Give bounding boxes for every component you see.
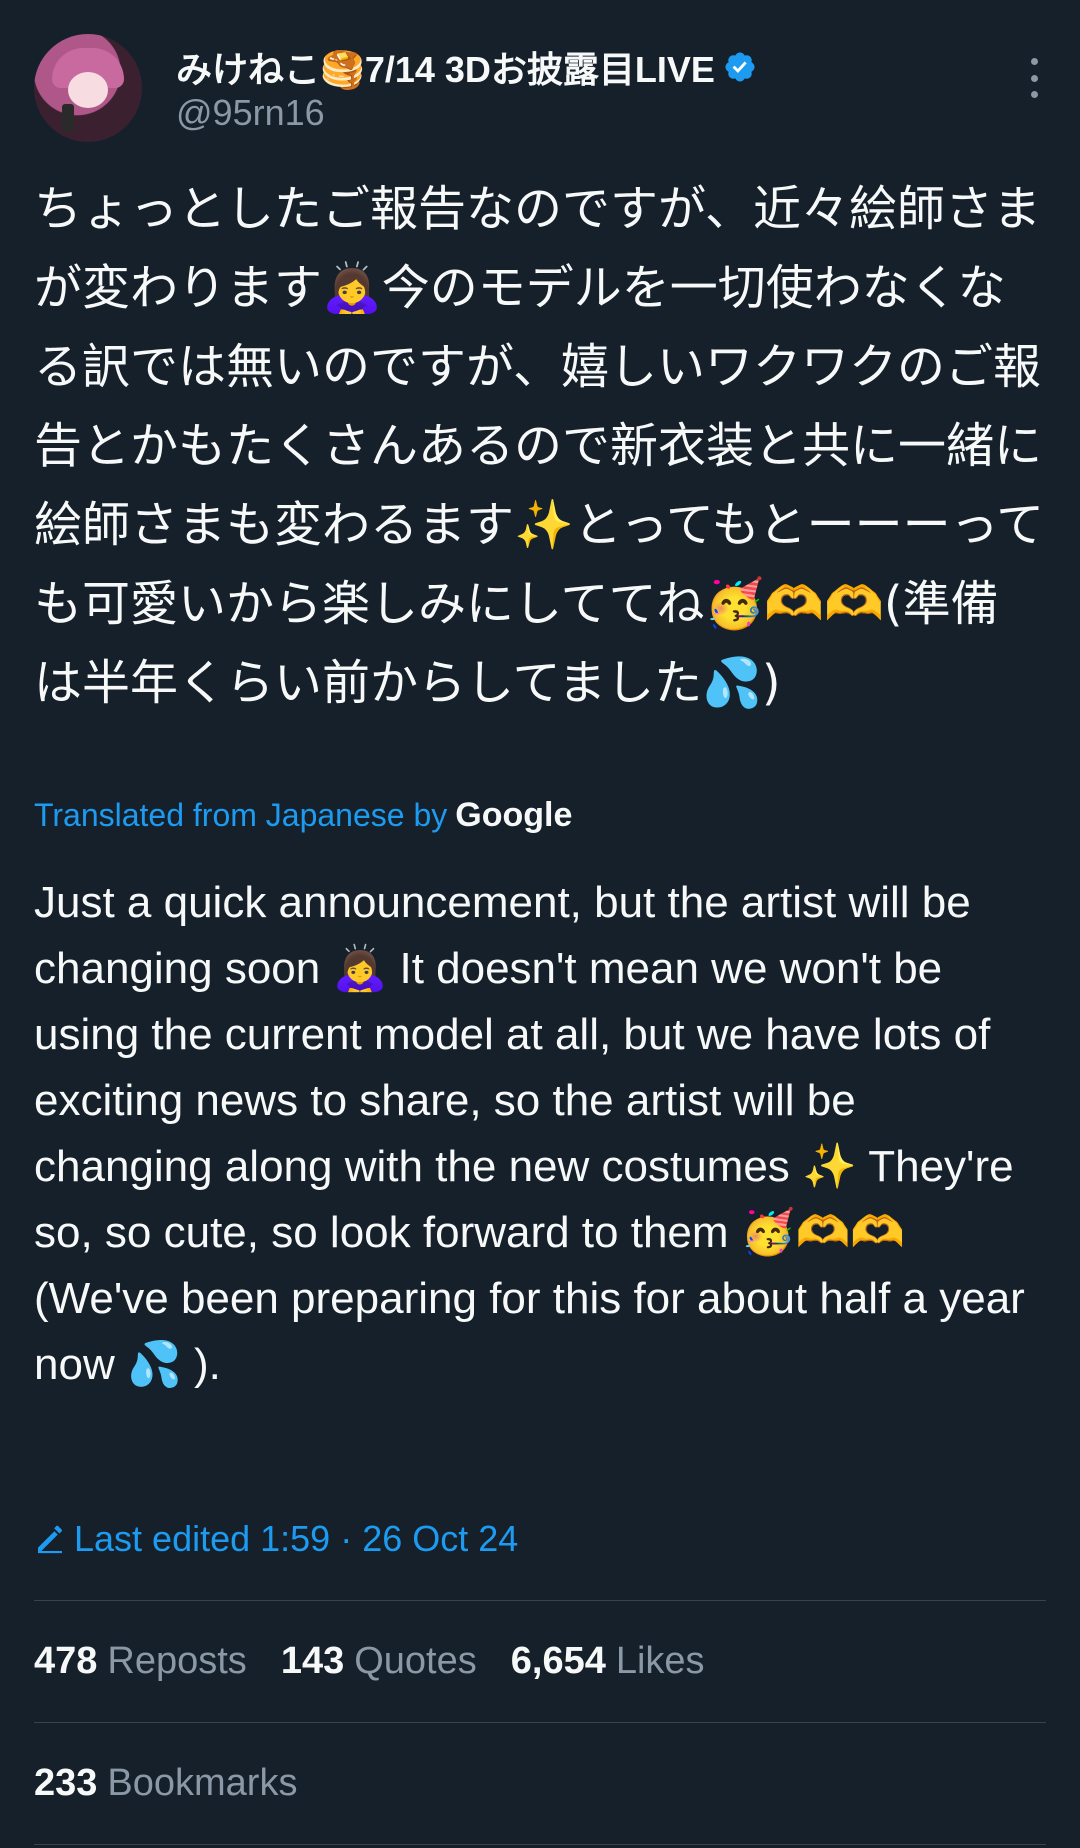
bookmarks-label: Bookmarks [107,1762,298,1804]
avatar-microphone [62,104,74,132]
quotes-label: Quotes [354,1640,477,1682]
more-dot [1030,91,1038,98]
reposts-count: 478 [34,1640,98,1682]
divider [34,1600,1046,1601]
divider [34,1844,1046,1845]
translation-provider: Google [455,796,573,834]
more-dot [1030,58,1038,65]
translation-attribution[interactable]: Translated from Japanese by Google [34,796,572,835]
reposts-stat[interactable]: 478 Reposts [34,1640,247,1683]
quotes-count: 143 [280,1640,345,1682]
tweet-text-translated: Just a quick announcement, but the artis… [34,878,1025,1389]
last-edited-link[interactable]: Last edited 1:59 · 26 Oct 24 [34,1518,518,1560]
profile-avatar[interactable] [34,34,142,142]
user-handle[interactable]: @95rn16 [176,92,325,134]
name-row: みけねこ🥞7/14 3Dお披露目LIVE [176,42,757,92]
bookmarks-stat[interactable]: 233 Bookmarks [34,1762,297,1805]
display-name[interactable]: みけねこ🥞7/14 3Dお披露目LIVE [176,41,715,93]
divider [34,1722,1046,1723]
engagement-stats: 478 Reposts 143 Quotes 6,654 Likes [34,1640,705,1683]
translation-label: Translated from Japanese by [34,797,448,833]
reposts-label: Reposts [107,1640,247,1682]
tweet-header: みけねこ🥞7/14 3Dお披露目LIVE @95rn16 [34,34,1046,144]
likes-stat[interactable]: 6,654 Likes [511,1640,705,1683]
last-edited-text: Last edited 1:59 · 26 Oct 24 [74,1518,519,1559]
more-options-icon[interactable] [1022,58,1046,98]
pencil-icon [38,1525,62,1554]
avatar-face [68,72,108,108]
likes-label: Likes [615,1640,705,1682]
verified-badge-icon [725,52,755,82]
quotes-stat[interactable]: 143 Quotes [281,1640,477,1683]
bookmarks-count: 233 [34,1762,98,1804]
more-dot [1030,74,1038,82]
tweet-text-original: ちょっとしたご報告なのですが、近々絵師さまが変わります🙇‍♀️今のモデルを一切使… [34,181,1045,711]
likes-count: 6,654 [510,1640,606,1682]
